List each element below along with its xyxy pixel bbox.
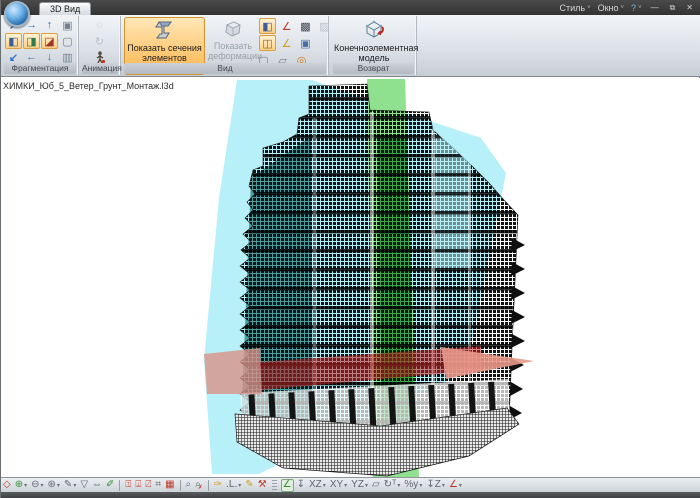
menu-window[interactable]: Окно ˅ (598, 3, 624, 13)
axis-down-icon[interactable]: ↧ (296, 479, 306, 492)
view-yz-button[interactable]: YZ▾ (350, 479, 369, 492)
model-scene (1, 78, 700, 477)
axes-red-icon[interactable]: ∠ (278, 18, 295, 34)
finite-element-model-label: Конечноэлементная модель (334, 43, 414, 63)
repaint-icon[interactable]: ✐ (105, 479, 115, 492)
animation-replay-icon[interactable]: ↻ (91, 33, 108, 49)
chevron-down-icon: ˅ (621, 5, 625, 11)
search-icon[interactable]: ⌕ (185, 479, 193, 492)
zoom-pointer-icon[interactable]: ✎▾ (63, 479, 77, 492)
menu-help[interactable]: ? ˅ (631, 3, 642, 13)
projection-plane-icon[interactable]: ▱ (371, 479, 381, 492)
polygon-select-icon[interactable]: ◇ (2, 479, 12, 492)
filter-icon[interactable]: ▽ (79, 479, 89, 492)
fragment-arrow-up-icon[interactable]: ↑ (41, 17, 58, 33)
group-return: Конечноэлементная модель Возврат (331, 16, 417, 75)
view-xy-button[interactable]: XY▾ (329, 479, 348, 492)
view-dark-cube-icon[interactable]: ▩ (297, 18, 314, 34)
chevron-down-icon: ˅ (638, 5, 642, 11)
menu-style[interactable]: Стиль ˅ (560, 3, 591, 13)
cut-tool-icon[interactable]: ⚒ (257, 479, 268, 492)
minimize-button[interactable]: — (649, 3, 661, 12)
titlebar-right-menus: Стиль ˅ Окно ˅ ? ˅ — ⧉ ✕ (560, 1, 696, 14)
ibeam-section-icon (154, 20, 176, 40)
fragment-up-icon[interactable]: ⍐ (124, 479, 132, 492)
ribbon: ↗ → ↑ ▣ ◧ ◨ ◪ ▢ ↙ ← ↓ ▥ Фрагментация ◌ ↻… (1, 15, 700, 77)
search-clear-icon[interactable]: ⌕✗ (194, 479, 204, 492)
zoom-window-icon[interactable]: ⊛▾ (47, 479, 61, 492)
group-view: Показать сечения элементов Показать дефо… (122, 16, 329, 75)
view-axes-icon[interactable]: ∠ (281, 479, 294, 492)
view-xz-button[interactable]: XZ▾ (308, 479, 327, 492)
measure-units-icon[interactable]: .L.▾ (225, 479, 242, 492)
toolbar-separator (119, 480, 120, 491)
view-solid-cube-icon[interactable]: ◧ (259, 18, 276, 34)
group-animation: ◌ ↻ Анимация (80, 16, 121, 75)
fragment-invert-icon[interactable]: ⍁ (144, 479, 152, 492)
zoom-in-icon[interactable]: ⊕▾ (14, 479, 28, 492)
deformed-cube-icon (223, 19, 243, 38)
3d-viewport[interactable]: ХИМКИ_Юб_5_Ветер_Грунт_Монтаж.l3d (1, 78, 700, 477)
chevron-down-icon: ˅ (587, 5, 591, 11)
snapshot-icon[interactable]: ▣ (297, 35, 314, 51)
group-label-view: Вид (124, 63, 326, 74)
edit-pencil-icon[interactable]: ✎ (244, 479, 254, 492)
fem-cube-return-icon (362, 19, 386, 40)
application-menu-orb[interactable] (4, 1, 30, 27)
toolbar-grip[interactable] (272, 480, 277, 491)
show-deformations-label: Показать деформации (208, 41, 258, 61)
fragment-cube-front-icon[interactable]: ◨ (23, 33, 40, 49)
view-wire-cube-icon[interactable]: ◫ (259, 35, 276, 51)
walking-figure-icon (94, 51, 106, 64)
fragment-down-icon[interactable]: ⍗ (134, 479, 142, 492)
zoom-out-icon[interactable]: ⊖▾ (30, 479, 44, 492)
axes-ucs-icon[interactable]: ∠ (278, 35, 295, 51)
model-file-label: ХИМКИ_Юб_5_Ветер_Грунт_Монтаж.l3d (3, 81, 174, 91)
show-sections-label: Показать сечения элементов (125, 43, 204, 63)
group-label-fragmentation: Фрагментация (4, 63, 76, 74)
window-bottom-edge (1, 492, 700, 498)
close-button[interactable]: ✕ (684, 3, 695, 12)
group-label-animation: Анимация (82, 63, 118, 74)
menu-window-label: Окно (598, 3, 619, 13)
fragment-cube-cut-icon[interactable]: ◪ (41, 33, 58, 49)
column-gap (431, 130, 435, 420)
rotate-view-icon[interactable]: ↻ᵀ▾ (383, 479, 402, 492)
fit-view-icon[interactable]: ⇔ (91, 479, 103, 492)
z-axis-icon[interactable]: ↧Z▾ (425, 479, 446, 492)
fragment-add-cube-icon[interactable]: ▣ (59, 17, 76, 33)
fragment-cube-grey-icon[interactable]: ▢ (59, 33, 76, 49)
restore-button[interactable]: ⧉ (668, 3, 678, 13)
scale-y-icon[interactable]: %y▾ (403, 479, 423, 492)
toolbar-separator (180, 480, 181, 491)
bottom-toolbar: ◇ ⊕▾ ⊖▾ ⊛▾ ✎▾ ▽ ⇔ ✐ ⍐ ⍗ ⍁ ⌗ ▦ ⌕ ⌕✗ ✑ .L.… (1, 477, 700, 492)
red-plane-left-wing (204, 348, 262, 394)
animation-loop-icon[interactable]: ◌ (91, 17, 108, 33)
scheme-slab-icon[interactable]: ▦ (164, 479, 175, 492)
toolbar-separator (208, 480, 209, 491)
help-icon: ? (631, 3, 636, 13)
fill-color-icon[interactable]: ✑ (213, 479, 223, 492)
scheme-grid-icon[interactable]: ⌗ (154, 479, 162, 492)
fragment-cube-left-icon[interactable]: ◧ (5, 33, 22, 49)
group-label-return: Возврат (333, 63, 414, 74)
menu-style-label: Стиль (560, 3, 586, 13)
axes-dropdown-icon[interactable]: ∠▾ (448, 479, 463, 492)
tab-3d-view[interactable]: 3D Вид (39, 2, 91, 15)
